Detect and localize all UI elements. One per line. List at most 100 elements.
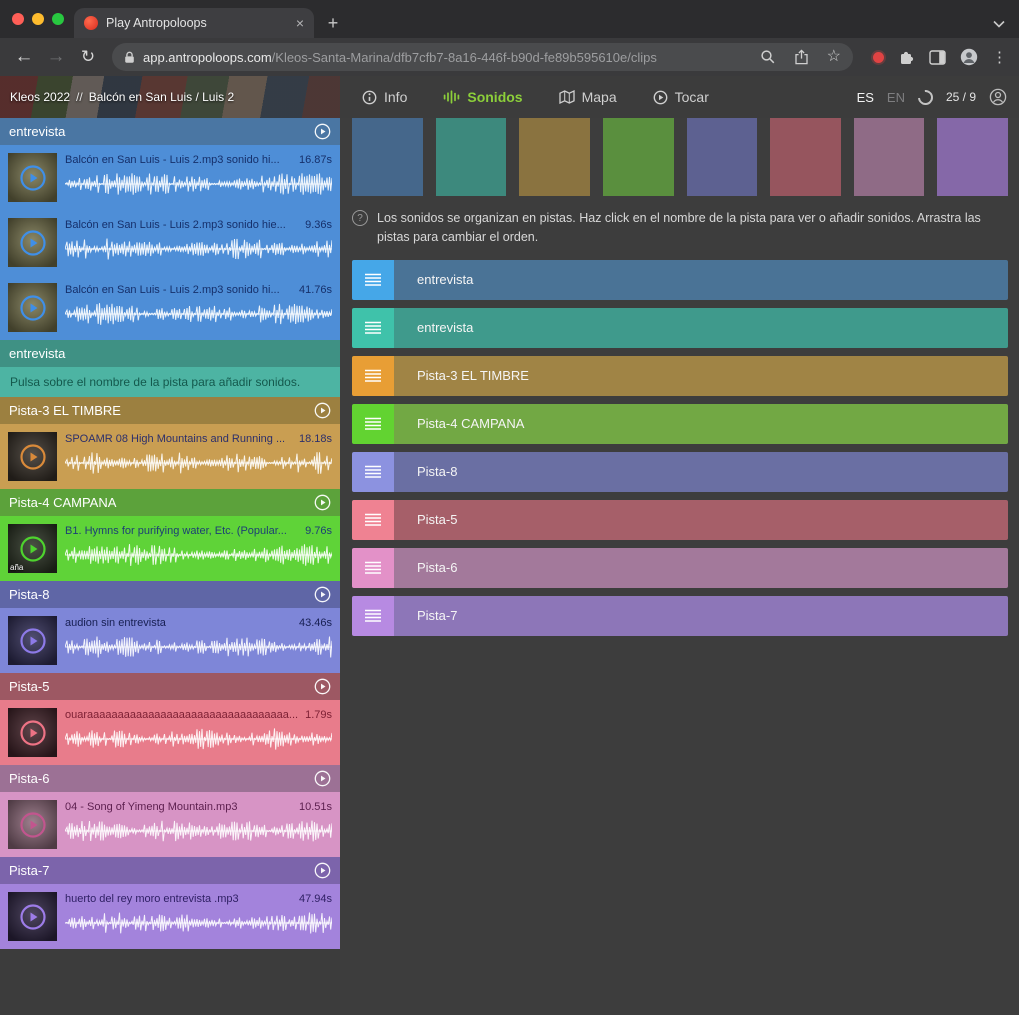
- track-name[interactable]: Pista-4 CAMPANA: [417, 416, 524, 431]
- track-color-swatch[interactable]: [770, 118, 841, 196]
- drag-handle[interactable]: [352, 452, 394, 492]
- breadcrumb-project[interactable]: Kleos 2022: [10, 90, 70, 104]
- track-name[interactable]: entrevista: [417, 272, 473, 287]
- tab-tocar[interactable]: Tocar: [653, 89, 709, 105]
- clip-waveform[interactable]: [65, 818, 332, 844]
- clip-play-icon[interactable]: [20, 904, 46, 930]
- clip-waveform[interactable]: [65, 301, 332, 327]
- bookmark-star-icon[interactable]: ☆: [827, 49, 841, 65]
- track-name[interactable]: Pista-6: [417, 560, 457, 575]
- clip[interactable]: huerto del rey moro entrevista .mp3 47.9…: [0, 884, 340, 949]
- clip[interactable]: ouaraaaaaaaaaaaaaaaaaaaaaaaaaaaaaaaaa...…: [0, 700, 340, 765]
- clip-waveform[interactable]: [65, 171, 332, 197]
- clip-waveform[interactable]: [65, 726, 332, 752]
- drag-handle[interactable]: [352, 548, 394, 588]
- clip-waveform[interactable]: [65, 236, 332, 262]
- track-section-header[interactable]: Pista-4 CAMPANA: [0, 489, 340, 516]
- clip-play-icon[interactable]: [20, 812, 46, 838]
- recorder-extension-icon[interactable]: [873, 52, 884, 63]
- track-section-title[interactable]: Pista-4 CAMPANA: [9, 495, 116, 510]
- clip-thumbnail[interactable]: [8, 283, 57, 332]
- tab-mapa[interactable]: Mapa: [559, 89, 617, 105]
- clip[interactable]: aña B1. Hymns for purifying water, Etc. …: [0, 516, 340, 581]
- clip-play-icon[interactable]: [20, 536, 46, 562]
- track-section-title[interactable]: Pista-7: [9, 863, 49, 878]
- track-section-header[interactable]: Pista-6: [0, 765, 340, 792]
- tab-sonidos[interactable]: Sonidos: [443, 89, 522, 105]
- clip[interactable]: audion sin entrevista 43.46s: [0, 608, 340, 673]
- forward-button[interactable]: →: [42, 43, 70, 71]
- track-section-header[interactable]: Pista-7: [0, 857, 340, 884]
- track-play-icon[interactable]: [314, 494, 331, 511]
- clip[interactable]: Balcón en San Luis - Luis 2.mp3 sonido h…: [0, 210, 340, 275]
- track-row[interactable]: entrevista: [352, 260, 1008, 300]
- track-section-title[interactable]: Pista-3 EL TIMBRE: [9, 403, 121, 418]
- account-person-icon[interactable]: [989, 88, 1007, 106]
- project-thumbnail[interactable]: Kleos 2022//Balcón en San Luis / Luis 2: [0, 76, 340, 118]
- clip-play-icon[interactable]: [20, 720, 46, 746]
- lang-en-button[interactable]: EN: [887, 90, 905, 105]
- clip-play-icon[interactable]: [20, 230, 46, 256]
- track-section-title[interactable]: entrevista: [9, 346, 65, 361]
- track-section-header[interactable]: entrevista: [0, 340, 340, 367]
- tab-info[interactable]: Info: [362, 89, 407, 105]
- browser-menu-icon[interactable]: ⋮: [992, 50, 1007, 65]
- clip-thumbnail[interactable]: [8, 800, 57, 849]
- clip-play-icon[interactable]: [20, 444, 46, 470]
- url-bar[interactable]: app.antropoloops.com/Kleos-Santa-Marina/…: [112, 43, 853, 71]
- track-play-icon[interactable]: [314, 862, 331, 879]
- drag-handle[interactable]: [352, 308, 394, 348]
- zoom-window-button[interactable]: [52, 13, 64, 25]
- lock-icon[interactable]: [124, 51, 135, 64]
- clip-thumbnail[interactable]: [8, 708, 57, 757]
- tab-search-chevron-icon[interactable]: [993, 20, 1005, 28]
- track-section-title[interactable]: Pista-5: [9, 679, 49, 694]
- share-icon[interactable]: [794, 49, 809, 65]
- profile-avatar-icon[interactable]: [960, 48, 978, 66]
- track-color-swatch[interactable]: [687, 118, 758, 196]
- minimize-window-button[interactable]: [32, 13, 44, 25]
- track-play-icon[interactable]: [314, 770, 331, 787]
- track-section-title[interactable]: entrevista: [9, 124, 65, 139]
- clip-thumbnail[interactable]: [8, 153, 57, 202]
- track-section-header[interactable]: Pista-5: [0, 673, 340, 700]
- track-name[interactable]: entrevista: [417, 320, 473, 335]
- track-section-header[interactable]: entrevista: [0, 118, 340, 145]
- clip-waveform[interactable]: [65, 450, 332, 476]
- track-color-swatch[interactable]: [937, 118, 1008, 196]
- drag-handle[interactable]: [352, 500, 394, 540]
- track-section-header[interactable]: Pista-8: [0, 581, 340, 608]
- clip-thumbnail[interactable]: [8, 616, 57, 665]
- track-name[interactable]: Pista-8: [417, 464, 457, 479]
- track-row[interactable]: Pista-8: [352, 452, 1008, 492]
- track-name[interactable]: Pista-3 EL TIMBRE: [417, 368, 529, 383]
- extensions-puzzle-icon[interactable]: [898, 49, 915, 66]
- track-name[interactable]: Pista-5: [417, 512, 457, 527]
- track-row[interactable]: Pista-7: [352, 596, 1008, 636]
- new-tab-button[interactable]: +: [320, 10, 346, 36]
- track-row[interactable]: Pista-3 EL TIMBRE: [352, 356, 1008, 396]
- clip[interactable]: 04 - Song of Yimeng Mountain.mp3 10.51s: [0, 792, 340, 857]
- clip-thumbnail[interactable]: aña: [8, 524, 57, 573]
- track-row[interactable]: Pista-4 CAMPANA: [352, 404, 1008, 444]
- track-color-swatch[interactable]: [436, 118, 507, 196]
- track-play-icon[interactable]: [314, 402, 331, 419]
- lang-es-button[interactable]: ES: [857, 90, 874, 105]
- zoom-icon[interactable]: [760, 49, 776, 65]
- clip[interactable]: SPOAMR 08 High Mountains and Running ...…: [0, 424, 340, 489]
- track-section-title[interactable]: Pista-8: [9, 587, 49, 602]
- track-row[interactable]: Pista-5: [352, 500, 1008, 540]
- track-color-swatch[interactable]: [519, 118, 590, 196]
- drag-handle[interactable]: [352, 260, 394, 300]
- help-question-icon[interactable]: ?: [352, 210, 368, 226]
- track-row[interactable]: Pista-6: [352, 548, 1008, 588]
- reload-button[interactable]: ↻: [74, 43, 102, 71]
- close-window-button[interactable]: [12, 13, 24, 25]
- track-row[interactable]: entrevista: [352, 308, 1008, 348]
- track-play-icon[interactable]: [314, 586, 331, 603]
- browser-tab[interactable]: Play Antropoloops ×: [74, 8, 314, 38]
- clip[interactable]: Balcón en San Luis - Luis 2.mp3 sonido h…: [0, 275, 340, 340]
- track-color-swatch[interactable]: [603, 118, 674, 196]
- track-color-swatch[interactable]: [854, 118, 925, 196]
- drag-handle[interactable]: [352, 356, 394, 396]
